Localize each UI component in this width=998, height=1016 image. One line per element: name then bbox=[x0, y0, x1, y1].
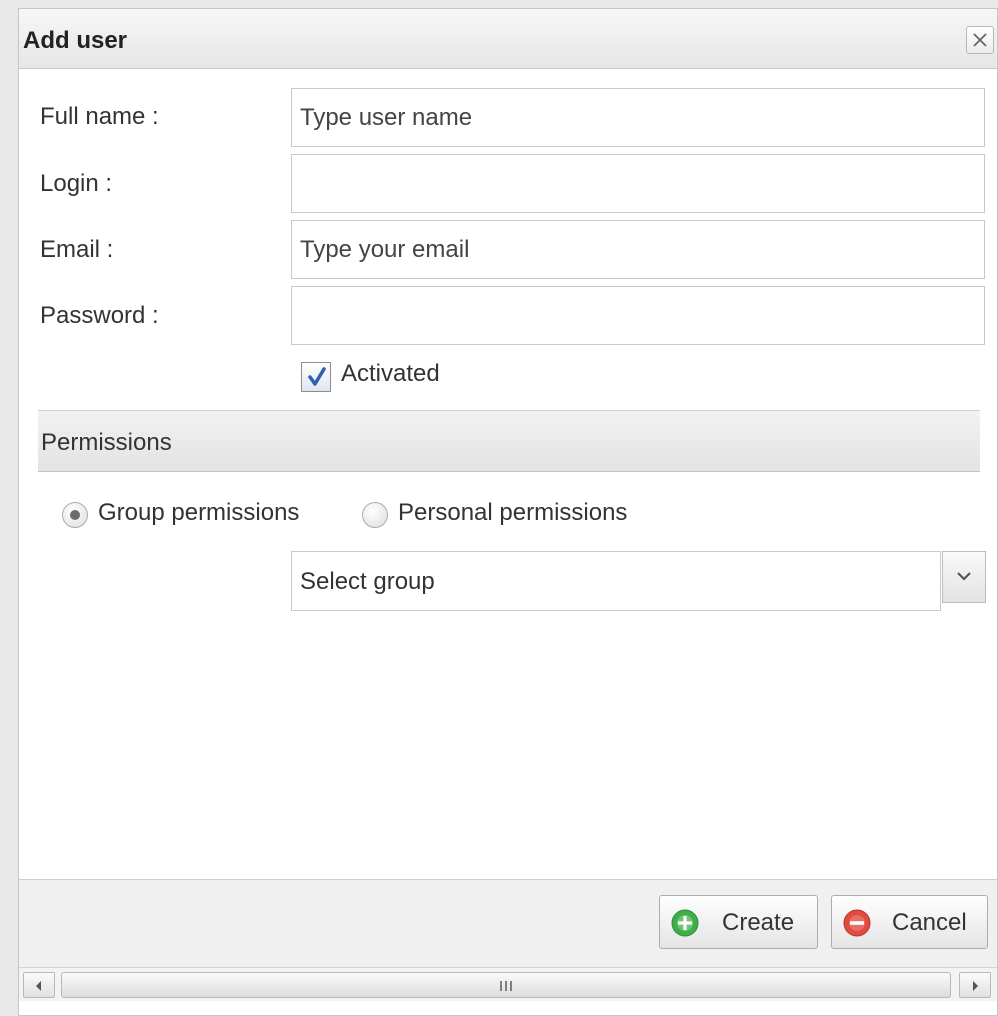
password-label: Password : bbox=[40, 302, 159, 329]
permissions-title: Permissions bbox=[41, 429, 172, 456]
group-select-value: Select group bbox=[300, 568, 435, 595]
full-name-label: Full name : bbox=[40, 103, 159, 130]
group-permissions-radio[interactable] bbox=[62, 502, 88, 528]
dialog-title: Add user bbox=[23, 27, 128, 54]
dialog-titlebar: Add user bbox=[19, 9, 997, 69]
permissions-section-header: Permissions bbox=[38, 410, 980, 472]
dialog-footer: Create Cancel bbox=[19, 879, 997, 967]
checkmark-icon bbox=[308, 367, 326, 386]
arrow-right-icon bbox=[973, 981, 978, 991]
chevron-down-icon bbox=[957, 572, 971, 581]
personal-permissions-label: Personal permissions bbox=[398, 499, 628, 526]
login-label: Login : bbox=[40, 170, 113, 197]
arrow-left-icon bbox=[36, 981, 41, 991]
email-label: Email : bbox=[40, 236, 114, 263]
scroll-left-button[interactable] bbox=[23, 972, 55, 998]
create-button[interactable]: Create bbox=[659, 895, 818, 949]
close-button[interactable] bbox=[966, 26, 994, 54]
close-icon bbox=[973, 33, 987, 47]
radio-selected-dot bbox=[70, 510, 80, 520]
full-name-input[interactable] bbox=[291, 88, 985, 147]
group-select-box[interactable]: Select group bbox=[291, 551, 941, 611]
scroll-thumb[interactable] bbox=[61, 972, 951, 998]
password-input[interactable] bbox=[291, 286, 985, 345]
cancel-button[interactable]: Cancel bbox=[831, 895, 988, 949]
grip-icon bbox=[500, 981, 512, 991]
horizontal-scrollbar[interactable] bbox=[19, 967, 997, 1001]
plus-circle-icon bbox=[671, 909, 699, 937]
minus-circle-icon bbox=[843, 909, 871, 937]
personal-permissions-radio[interactable] bbox=[362, 502, 388, 528]
cancel-button-label: Cancel bbox=[892, 909, 967, 936]
email-input[interactable] bbox=[291, 220, 985, 279]
activated-checkbox[interactable] bbox=[301, 362, 331, 392]
group-select-toggle[interactable] bbox=[942, 551, 986, 603]
add-user-dialog: Add user Full name : Login : Email : Pas… bbox=[18, 8, 998, 1016]
group-permissions-label: Group permissions bbox=[98, 499, 300, 526]
create-button-label: Create bbox=[722, 909, 795, 936]
scroll-right-button[interactable] bbox=[959, 972, 991, 998]
group-select[interactable]: Select group bbox=[291, 551, 986, 611]
login-input[interactable] bbox=[291, 154, 985, 213]
activated-label: Activated bbox=[341, 360, 440, 387]
